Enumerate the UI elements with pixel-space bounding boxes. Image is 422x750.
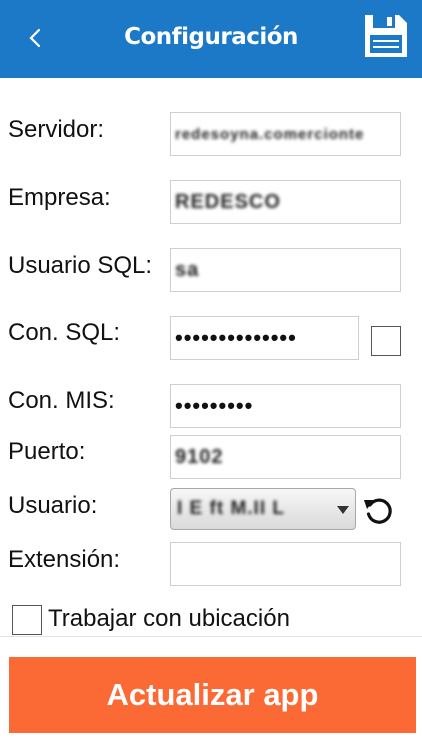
company-value: REDESCO — [175, 190, 281, 213]
update-app-button[interactable]: Actualizar app — [9, 657, 416, 733]
server-value: redesoyna.comercionte — [175, 125, 365, 143]
user-select[interactable]: I E ft M.II L — [170, 488, 356, 530]
page-title: Configuración — [124, 24, 298, 50]
user-select-value: I E ft M.II L — [177, 498, 285, 519]
app-bar: Configuración — [0, 0, 422, 78]
company-label: Empresa: — [8, 184, 111, 211]
user-label: Usuario: — [8, 492, 98, 519]
sql-password-field[interactable]: •••••••••••••• — [170, 316, 359, 360]
divider — [0, 636, 422, 637]
chevron-down-icon — [337, 506, 349, 514]
mis-password-field[interactable]: ••••••••• — [170, 384, 401, 428]
extension-label: Extensión: — [8, 546, 121, 573]
port-field[interactable]: 9102 — [170, 435, 401, 479]
sql-user-label: Usuario SQL: — [8, 252, 153, 279]
server-label: Servidor: — [8, 116, 105, 143]
sql-password-label: Con. SQL: — [8, 319, 121, 346]
mis-password-value: ••••••••• — [175, 393, 254, 418]
extension-field[interactable] — [170, 542, 401, 586]
refresh-button[interactable] — [362, 494, 396, 528]
location-checkbox[interactable] — [12, 605, 42, 635]
show-sql-password-checkbox[interactable] — [371, 326, 401, 356]
save-button[interactable] — [363, 12, 409, 60]
refresh-icon — [364, 498, 392, 524]
port-value: 9102 — [175, 445, 224, 468]
floppy-disk-icon — [365, 15, 407, 57]
server-field[interactable]: redesoyna.comercionte — [170, 112, 401, 156]
mis-password-label: Con. MIS: — [8, 387, 115, 414]
company-field[interactable]: REDESCO — [170, 180, 401, 224]
sql-user-value: sa — [175, 258, 200, 281]
port-label: Puerto: — [8, 438, 86, 465]
sql-password-value: •••••••••••••• — [175, 325, 297, 350]
sql-user-field[interactable]: sa — [170, 248, 401, 292]
location-label: Trabajar con ubicación — [48, 605, 290, 632]
